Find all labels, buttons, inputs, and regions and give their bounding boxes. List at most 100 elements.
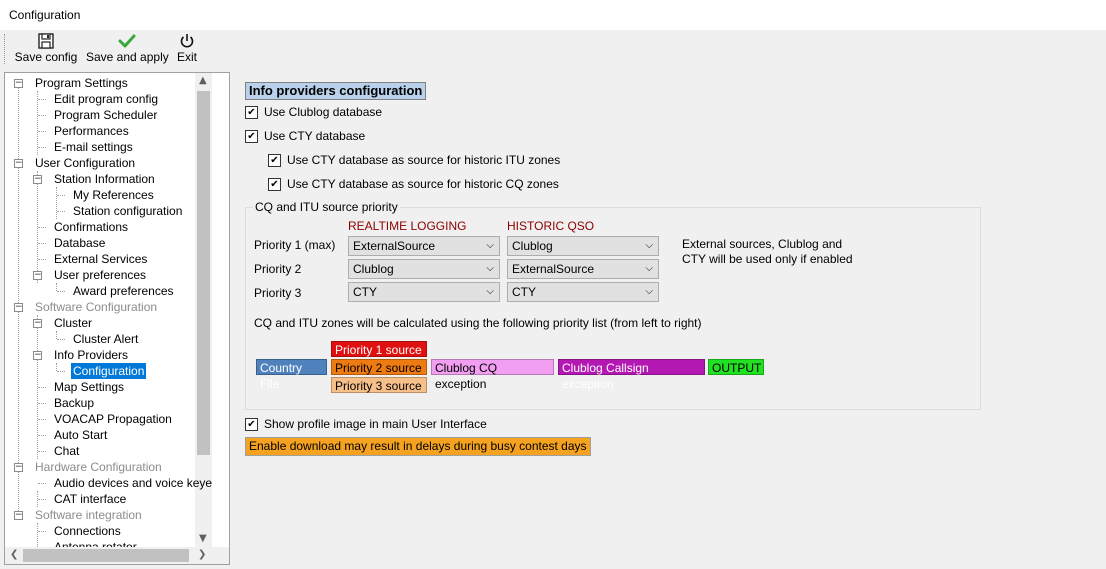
priority-1-historic-select[interactable]: Clublog ⌵ xyxy=(507,236,659,256)
tree-horizontal-scroll-thumb[interactable] xyxy=(23,549,189,562)
tree-expander-icon[interactable]: − xyxy=(14,463,23,472)
save-config-label: Save config xyxy=(14,50,78,64)
tree-guide-line xyxy=(18,83,19,515)
tree-expander-icon[interactable]: − xyxy=(14,159,23,168)
cty-itu-label[interactable]: Use CTY database as source for historic … xyxy=(287,153,560,167)
cty-cq-label[interactable]: Use CTY database as source for historic … xyxy=(287,177,559,191)
tree-node[interactable]: Software Configuration xyxy=(35,299,157,315)
tree-node[interactable]: Antenna rotator xyxy=(54,539,137,547)
scroll-down-arrow-icon[interactable]: ▼ xyxy=(199,533,207,544)
tree-node[interactable]: Station Information xyxy=(54,171,155,187)
settings-tree[interactable]: ▲ ▼ − Program Settings Edit program config… xyxy=(5,73,212,547)
tree-node[interactable]: Database xyxy=(54,235,105,251)
tree-expander-icon[interactable]: − xyxy=(33,351,42,360)
tree-node[interactable]: User Configuration xyxy=(35,155,135,171)
tree-guide-line xyxy=(38,131,46,132)
tree-node[interactable]: Info Providers xyxy=(54,347,128,363)
tree-node[interactable]: External Services xyxy=(54,251,147,267)
country-file-box: Country File xyxy=(256,359,327,391)
priority-1-historic-value: Clublog xyxy=(512,239,553,253)
tree-node[interactable]: Cluster xyxy=(54,315,92,331)
tree-node[interactable]: Confirmations xyxy=(54,219,128,235)
tree-guide-line xyxy=(37,91,38,155)
priority-3-realtime-select[interactable]: CTY ⌵ xyxy=(348,282,500,302)
tree-guide-line xyxy=(38,483,46,484)
source-note-line-2: CTY will be used only if enabled xyxy=(682,252,853,266)
tree-guide-line xyxy=(57,339,65,340)
scroll-left-arrow-icon[interactable]: ❮ xyxy=(10,549,18,560)
use-clublog-checkbox[interactable]: ✔ xyxy=(245,106,258,119)
tree-node[interactable]: Connections xyxy=(54,523,121,539)
tree-node[interactable]: Configuration xyxy=(71,363,147,379)
priority-3-source-box: Priority 3 source xyxy=(331,377,427,393)
tree-guide-line xyxy=(56,187,57,219)
tree-node[interactable]: Program Settings xyxy=(35,75,128,91)
tree-guide-line xyxy=(38,531,46,532)
tree-node[interactable]: Award preferences xyxy=(73,283,174,299)
tree-node[interactable]: Software integration xyxy=(35,507,142,523)
priority-1-realtime-select[interactable]: ExternalSource ⌵ xyxy=(348,236,500,256)
chevron-down-icon: ⌵ xyxy=(486,263,494,274)
tree-vertical-scroll-thumb[interactable] xyxy=(197,91,210,455)
tree-node[interactable]: Cluster Alert xyxy=(73,331,138,347)
tree-node[interactable]: Edit program config xyxy=(54,91,158,107)
tree-node[interactable]: Backup xyxy=(54,395,94,411)
tree-expander-icon[interactable]: − xyxy=(14,511,23,520)
tree-node[interactable]: Performances xyxy=(54,123,129,139)
tree-node[interactable]: VOACAP Propagation xyxy=(54,411,172,427)
priority-2-label: Priority 2 xyxy=(254,262,302,276)
scroll-up-arrow-icon[interactable]: ▲ xyxy=(199,75,207,86)
tree-node[interactable]: Hardware Configuration xyxy=(35,459,162,475)
show-profile-label[interactable]: Show profile image in main User Interfac… xyxy=(264,417,487,431)
use-cty-label[interactable]: Use CTY database xyxy=(264,129,365,143)
tree-guide-line xyxy=(57,291,65,292)
save-apply-button[interactable]: Save and apply xyxy=(86,32,169,64)
download-warning: Enable download may result in delays dur… xyxy=(245,437,591,456)
tree-expander-icon[interactable]: − xyxy=(14,303,23,312)
priority-1-source-box: Priority 1 source xyxy=(331,341,427,357)
priority-2-historic-select[interactable]: ExternalSource ⌵ xyxy=(507,259,659,279)
tree-node[interactable]: Chat xyxy=(54,443,79,459)
priority-3-label: Priority 3 xyxy=(254,286,302,300)
scroll-right-arrow-icon[interactable]: ❯ xyxy=(198,549,206,560)
tree-expander-icon[interactable]: − xyxy=(33,319,42,328)
tree-guide-line xyxy=(56,283,57,291)
tree-guide-line xyxy=(38,435,46,436)
priority-3-historic-value: CTY xyxy=(512,285,536,299)
use-cty-checkbox[interactable]: ✔ xyxy=(245,130,258,143)
floppy-disk-icon xyxy=(38,33,54,49)
tree-node[interactable]: Program Scheduler xyxy=(54,107,157,123)
toolbar: Save config Save and apply Exit xyxy=(0,30,1106,68)
tree-guide-line xyxy=(37,523,38,547)
toolbar-grip[interactable] xyxy=(4,34,8,64)
tree-node[interactable]: Auto Start xyxy=(54,427,107,443)
scrollbar-corner xyxy=(212,547,229,564)
priority-3-historic-select[interactable]: CTY ⌵ xyxy=(507,282,659,302)
tree-guide-line xyxy=(38,403,46,404)
exit-label: Exit xyxy=(176,50,197,64)
output-box: OUTPUT xyxy=(708,359,764,375)
tree-expander-icon[interactable]: − xyxy=(33,271,42,280)
clublog-cq-exception-box: Clublog CQ exception xyxy=(431,359,554,391)
window-title: Configuration xyxy=(9,8,81,22)
tree-expander-icon[interactable]: − xyxy=(14,79,23,88)
tree-node[interactable]: User preferences xyxy=(54,267,146,283)
tree-node[interactable]: Audio devices and voice keyer xyxy=(54,475,212,491)
tree-node[interactable]: Map Settings xyxy=(54,379,124,395)
priority-2-realtime-select[interactable]: Clublog ⌵ xyxy=(348,259,500,279)
tree-horizontal-scrollbar[interactable]: ❮ ❯ xyxy=(5,547,212,564)
priority-2-source-box: Priority 2 source xyxy=(331,359,427,375)
tree-expander-icon[interactable]: − xyxy=(33,175,42,184)
exit-button[interactable]: Exit xyxy=(176,32,198,64)
cty-itu-checkbox[interactable]: ✔ xyxy=(268,154,281,167)
tree-node[interactable]: My References xyxy=(73,187,154,203)
tree-guide-line xyxy=(38,259,46,260)
tree-guide-line xyxy=(57,211,65,212)
use-clublog-label[interactable]: Use Clublog database xyxy=(264,105,382,119)
cty-cq-checkbox[interactable]: ✔ xyxy=(268,178,281,191)
tree-node[interactable]: E-mail settings xyxy=(54,139,133,155)
save-config-button[interactable]: Save config xyxy=(14,32,78,64)
tree-node[interactable]: Station configuration xyxy=(73,203,182,219)
show-profile-checkbox[interactable]: ✔ xyxy=(245,418,258,431)
tree-node[interactable]: CAT interface xyxy=(54,491,126,507)
